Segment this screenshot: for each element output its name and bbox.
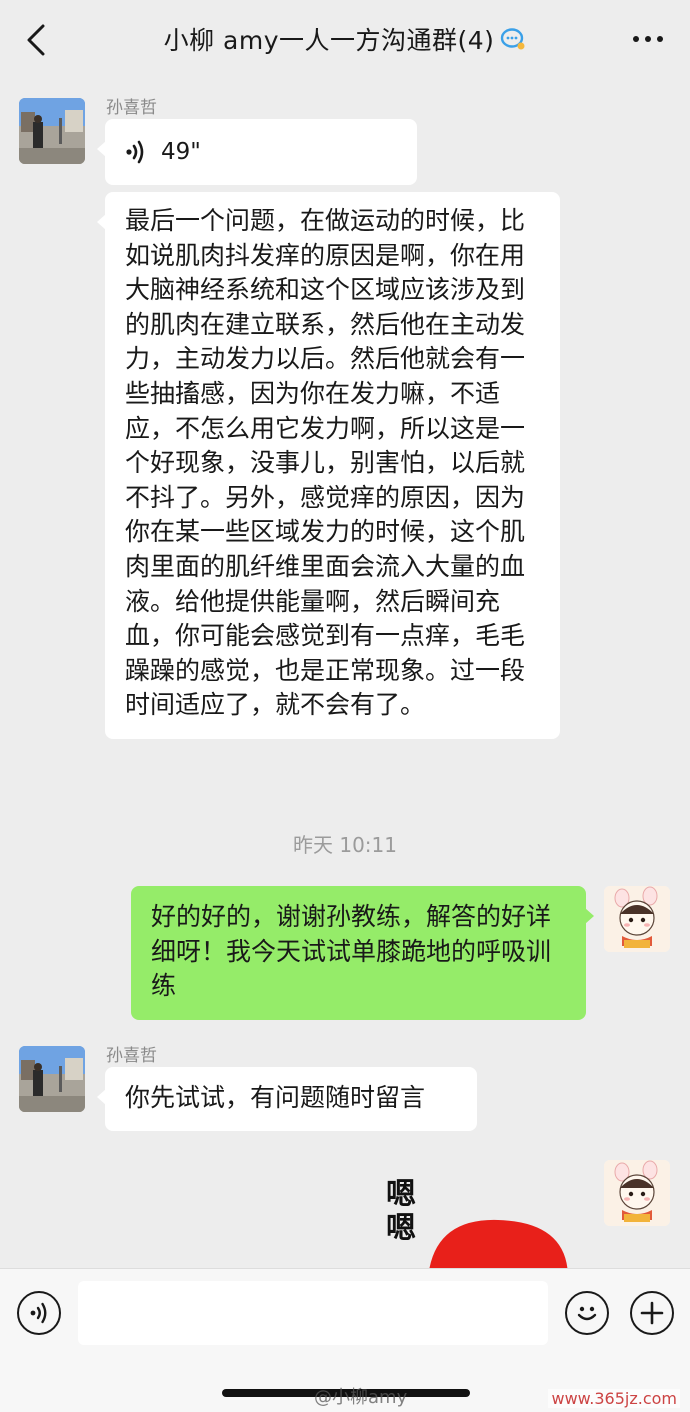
avatar-cartoon-image [604,1160,670,1226]
chat-title-wrap: 小柳 amy一人一方沟通群(4) [164,21,527,57]
text-message-bubble[interactable]: 你先试试，有问题随时留言 [97,1067,477,1131]
message-timestamp: 昨天 10:11 [293,833,397,857]
back-button[interactable] [18,20,54,60]
voice-message-bubble[interactable]: 49" [97,119,417,185]
message-text: 好的好的，谢谢孙教练，解答的好详细呀！我今天试试单膝跪地的呼吸训练 [151,902,552,1001]
message-text: 你先试试，有问题随时留言 [125,1083,426,1112]
sender-name: 孙喜哲 [106,98,157,118]
emoji-icon [577,1306,597,1321]
chat-area[interactable]: 孙喜哲 49" 最后一个问题，在做运动的时候，比如说肌肉抖发痒的原因是啊，你在用… [0,78,690,1268]
voice-icon [30,1302,47,1324]
own-message-bubble[interactable]: 好的好的，谢谢孙教练，解答的好详细呀！我今天试试单膝跪地的呼吸训练 [131,886,594,1020]
voice-duration: 49" [161,138,201,165]
plus-icon [640,1301,664,1325]
emoji-button[interactable] [565,1291,609,1335]
add-button[interactable] [630,1291,674,1335]
site-watermark: www.365jz.com [548,1389,680,1408]
text-message-bubble[interactable]: 最后一个问题，在做运动的时候，比如说肌肉抖发痒的原因是啊，你在用大脑神经系统和这… [97,192,560,739]
chevron-left-icon [27,24,45,56]
weibo-watermark: @小柳amy [314,1387,408,1408]
more-dots-icon [630,36,666,42]
message-input[interactable] [78,1281,548,1345]
avatar-cartoon-image [604,886,670,952]
avatar-self[interactable] [604,886,670,952]
avatar-photo [19,98,85,164]
more-button[interactable] [628,22,668,56]
sticker-text: 嗯嗯 [386,1177,416,1246]
avatar-photo [19,1046,85,1112]
voice-input-button[interactable] [17,1291,61,1335]
sender-name: 孙喜哲 [106,1046,157,1066]
voice-wave-icon [126,140,144,164]
sticker-message[interactable]: 嗯嗯 [380,1178,580,1268]
chat-title: 小柳 amy一人一方沟通群(4) [163,26,495,55]
message-text: 最后一个问题，在做运动的时候，比如说肌肉抖发痒的原因是啊，你在用大脑神经系统和这… [125,206,526,720]
chat-header: 小柳 amy一人一方沟通群(4) [0,0,690,78]
chat-bubble-icon [501,28,525,50]
avatar-sender[interactable] [19,98,85,164]
avatar-self[interactable] [604,1160,670,1226]
sticker-red-face [429,1219,568,1268]
input-bar: @小柳amy www.365jz.com [0,1268,690,1412]
avatar-sender[interactable] [19,1046,85,1112]
